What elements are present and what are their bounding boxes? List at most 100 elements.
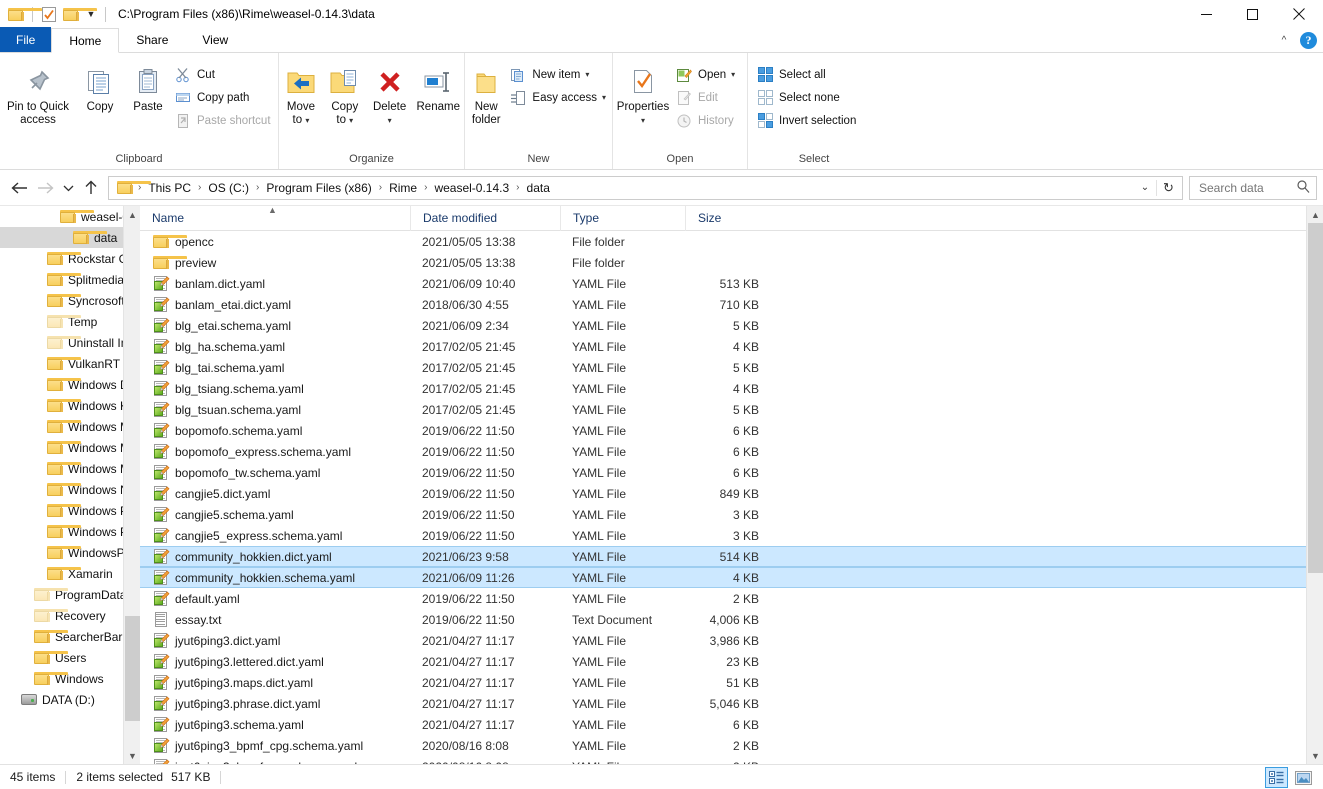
- qat-properties-icon[interactable]: [39, 3, 59, 25]
- breadcrumb-item-weasel[interactable]: weasel-0.14.3: [428, 181, 515, 195]
- table-row[interactable]: community_hokkien.schema.yaml 2021/06/09 …: [140, 567, 1306, 588]
- nav-item-windows-por[interactable]: Windows Por: [0, 521, 140, 542]
- file-scroll-up-arrow-icon[interactable]: ▲: [1307, 206, 1323, 223]
- nav-item-windows-ma[interactable]: Windows Ma: [0, 416, 140, 437]
- copy-path-button[interactable]: Copy path: [172, 87, 277, 108]
- nav-item-windows-nt[interactable]: Windows NT: [0, 479, 140, 500]
- table-row[interactable]: jyut6ping3.schema.yaml 2021/04/27 11:17 YA…: [140, 714, 1306, 735]
- nav-item-recovery[interactable]: Recovery: [0, 605, 140, 626]
- nav-item-xamarin[interactable]: Xamarin: [0, 563, 140, 584]
- table-row[interactable]: cangjie5.schema.yaml 2019/06/22 11:50 YAML…: [140, 504, 1306, 525]
- breadcrumb-item-rime[interactable]: Rime: [383, 181, 423, 195]
- table-row[interactable]: jyut6ping3_bpmf_cpg.schema.yaml 2020/08/1…: [140, 735, 1306, 756]
- table-row[interactable]: bopomofo.schema.yaml 2019/06/22 11:50 YAML…: [140, 420, 1306, 441]
- table-row[interactable]: cangjie5.dict.yaml 2019/06/22 11:50 YAML F…: [140, 483, 1306, 504]
- new-folder-button[interactable]: New folder: [465, 57, 507, 127]
- back-button[interactable]: [6, 175, 32, 201]
- nav-item-programdata[interactable]: ProgramData: [0, 584, 140, 605]
- file-scrollbar-thumb[interactable]: [1308, 223, 1323, 573]
- table-row[interactable]: opencc 2021/05/05 13:38 File folder: [140, 231, 1306, 252]
- address-input[interactable]: › This PC › OS (C:) › Program Files (x86…: [108, 175, 1183, 200]
- forward-button[interactable]: [32, 175, 58, 201]
- nav-item-windows-def[interactable]: Windows Def: [0, 374, 140, 395]
- properties-button[interactable]: Properties ▾: [613, 57, 673, 127]
- table-row[interactable]: banlam.dict.yaml 2021/06/09 10:40 YAML Fil…: [140, 273, 1306, 294]
- nav-item-syncrosoft[interactable]: Syncrosoft: [0, 290, 140, 311]
- close-button[interactable]: [1275, 0, 1323, 28]
- column-header-date-modified[interactable]: Date modified: [410, 206, 560, 231]
- table-row[interactable]: blg_etai.schema.yaml 2021/06/09 2:34 YAML …: [140, 315, 1306, 336]
- column-header-size[interactable]: Size: [685, 206, 765, 231]
- table-row[interactable]: jyut6ping3.maps.dict.yaml 2021/04/27 11:1…: [140, 672, 1306, 693]
- nav-item-windows[interactable]: Windows: [0, 668, 140, 689]
- help-button[interactable]: ?: [1300, 32, 1317, 49]
- invert-selection-button[interactable]: Invert selection: [754, 110, 862, 131]
- nav-item-windows-pho[interactable]: Windows Pho: [0, 500, 140, 521]
- nav-item-windows-me[interactable]: Windows Me: [0, 437, 140, 458]
- table-row[interactable]: bopomofo_tw.schema.yaml 2019/06/22 11:50 Y…: [140, 462, 1306, 483]
- cut-button[interactable]: Cut: [172, 64, 277, 85]
- qat-customize-caret-icon[interactable]: ▼: [83, 3, 99, 25]
- nav-item-windows-mu[interactable]: Windows Mu: [0, 458, 140, 479]
- tab-file[interactable]: File: [0, 27, 52, 52]
- easy-access-caret-icon[interactable]: ▾: [602, 93, 606, 102]
- column-header-type[interactable]: Type: [560, 206, 685, 231]
- edit-button[interactable]: Edit: [673, 87, 741, 108]
- maximize-button[interactable]: [1229, 0, 1275, 28]
- address-dropdown-caret-icon[interactable]: ⌄: [1134, 182, 1156, 193]
- nav-item-rockstar-gam[interactable]: Rockstar Gam: [0, 248, 140, 269]
- move-to-button[interactable]: Move to ▾: [279, 57, 323, 127]
- details-view-button[interactable]: [1265, 767, 1288, 788]
- nav-item-data-d[interactable]: DATA (D:): [0, 689, 140, 710]
- table-row[interactable]: blg_tsiang.schema.yaml 2017/02/05 21:45 YA…: [140, 378, 1306, 399]
- file-scroll-down-arrow-icon[interactable]: ▼: [1307, 747, 1323, 764]
- open-button[interactable]: Open ▾: [673, 64, 741, 85]
- table-row[interactable]: jyut6ping3.lettered.dict.yaml 2021/04/27 …: [140, 651, 1306, 672]
- easy-access-button[interactable]: Easy access ▾: [507, 87, 612, 108]
- nav-scroll-down-arrow-icon[interactable]: ▼: [124, 747, 140, 764]
- nav-item-uninstall-info[interactable]: Uninstall Info: [0, 332, 140, 353]
- table-row[interactable]: jyut6ping3.phrase.dict.yaml 2021/04/27 11…: [140, 693, 1306, 714]
- copy-to-button[interactable]: Copy to ▾: [323, 57, 367, 127]
- table-row[interactable]: default.yaml 2019/06/22 11:50 YAML File 2 K…: [140, 588, 1306, 609]
- nav-item-data[interactable]: data: [0, 227, 140, 248]
- nav-item-weasel-0-14[interactable]: weasel-0.14: [0, 206, 140, 227]
- navigation-pane[interactable]: weasel-0.14 data Rockstar Gam SplitmediaLal…: [0, 206, 140, 764]
- table-row[interactable]: preview 2021/05/05 13:38 File folder: [140, 252, 1306, 273]
- column-header-name[interactable]: Name ▲: [140, 206, 410, 231]
- delete-button[interactable]: Delete ▾: [367, 57, 413, 127]
- nav-item-temp[interactable]: Temp: [0, 311, 140, 332]
- tab-share[interactable]: Share: [119, 27, 185, 52]
- qat-new-folder-icon[interactable]: [61, 3, 97, 25]
- table-row[interactable]: jyut6ping3.dict.yaml 2021/04/27 11:17 YAML…: [140, 630, 1306, 651]
- table-row[interactable]: cangjie5_express.schema.yaml 2019/06/22 1…: [140, 525, 1306, 546]
- breadcrumb-item-os-c[interactable]: OS (C:): [202, 181, 255, 195]
- file-list-scrollbar[interactable]: ▲ ▼: [1306, 206, 1323, 764]
- search-input[interactable]: Search data: [1189, 175, 1317, 200]
- copy-button[interactable]: Copy: [76, 57, 124, 114]
- recent-locations-button[interactable]: [58, 175, 78, 201]
- open-caret-icon[interactable]: ▾: [731, 70, 735, 79]
- nav-item-vulkanrt[interactable]: VulkanRT: [0, 353, 140, 374]
- nav-item-splitmedialal[interactable]: SplitmediaLal: [0, 269, 140, 290]
- minimize-button[interactable]: [1183, 0, 1229, 28]
- table-row[interactable]: blg_tsuan.schema.yaml 2017/02/05 21:45 YAM…: [140, 399, 1306, 420]
- table-row[interactable]: banlam_etai.dict.yaml 2018/06/30 4:55 YAML…: [140, 294, 1306, 315]
- history-button[interactable]: History: [673, 110, 741, 131]
- pin-to-quick-access-button[interactable]: Pin to Quick access: [0, 57, 76, 127]
- tab-home[interactable]: Home: [51, 28, 120, 53]
- paste-shortcut-button[interactable]: Paste shortcut: [172, 110, 277, 131]
- table-row[interactable]: bopomofo_express.schema.yaml 2019/06/22 1…: [140, 441, 1306, 462]
- nav-item-windowspow[interactable]: WindowsPow: [0, 542, 140, 563]
- table-row[interactable]: jyut6ping3_bpmf_ng.schema.yaml2020/08/16…: [140, 756, 1306, 764]
- nav-scroll-up-arrow-icon[interactable]: ▲: [124, 206, 140, 223]
- nav-item-searcherbar[interactable]: SearcherBar: [0, 626, 140, 647]
- select-none-button[interactable]: Select none: [754, 87, 862, 108]
- paste-button[interactable]: Paste: [124, 57, 172, 114]
- table-row[interactable]: blg_ha.schema.yaml 2017/02/05 21:45 YAML F…: [140, 336, 1306, 357]
- navigation-scrollbar[interactable]: ▲ ▼: [123, 206, 140, 764]
- breadcrumb-item-data[interactable]: data: [521, 181, 556, 195]
- table-row[interactable]: blg_tai.schema.yaml 2017/02/05 21:45 YAML …: [140, 357, 1306, 378]
- large-icons-view-button[interactable]: [1292, 767, 1315, 788]
- nav-item-users[interactable]: Users: [0, 647, 140, 668]
